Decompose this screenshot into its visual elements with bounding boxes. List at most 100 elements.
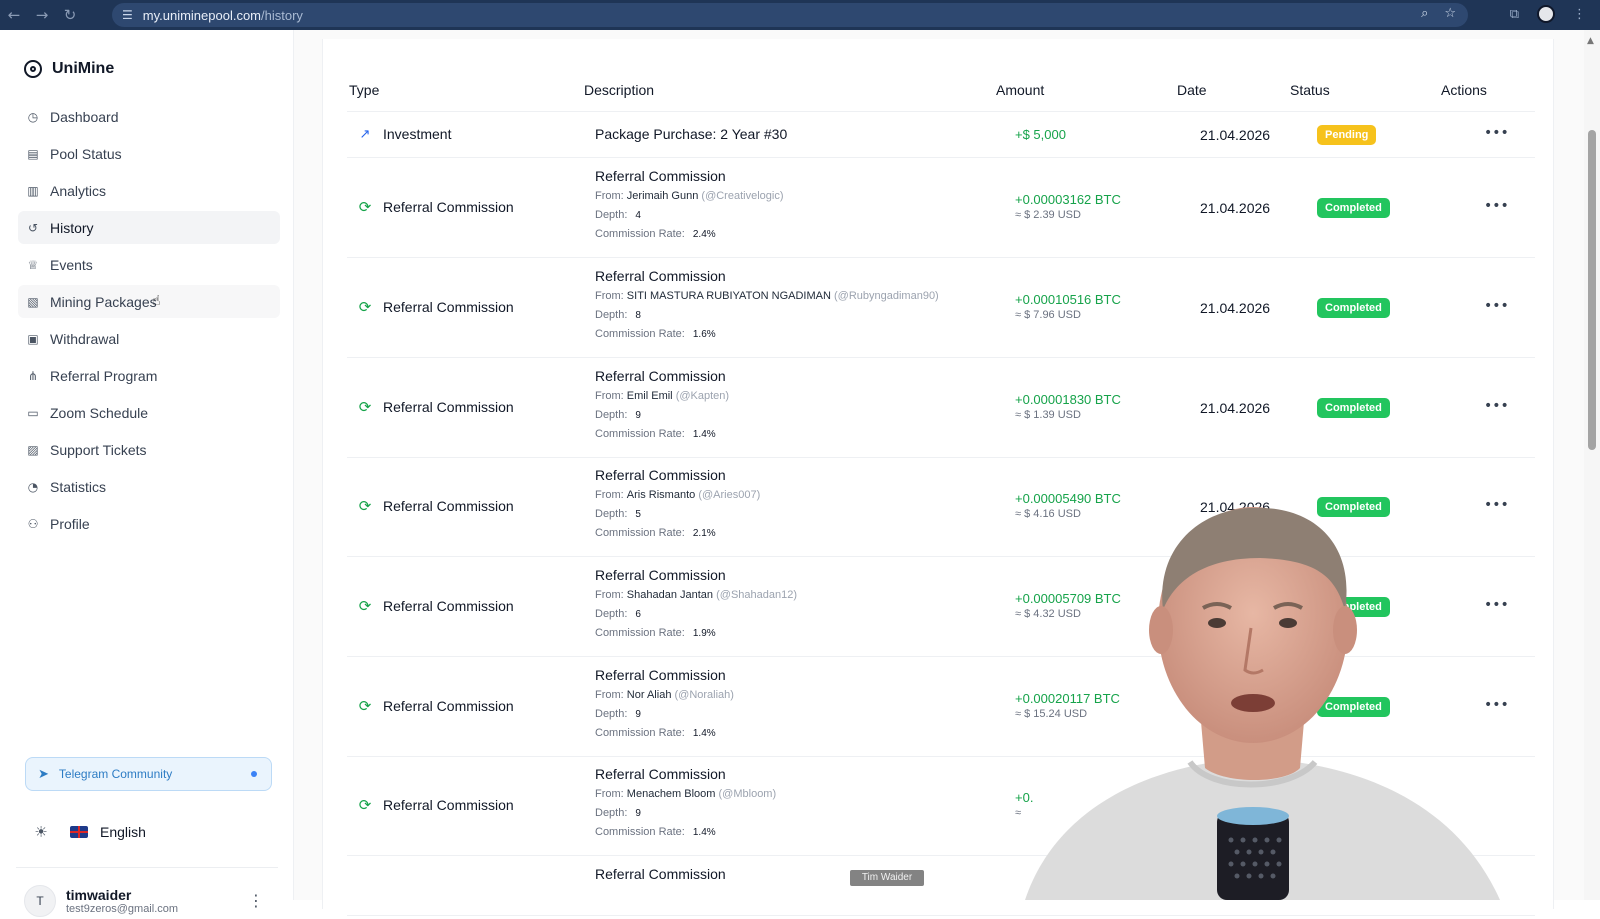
from-line: From: SITI MASTURA RUBIYATON NGADIMAN (@… — [595, 290, 939, 302]
referrer-handle: (@Aries007) — [698, 489, 761, 501]
mouse-cursor-icon: ☝ — [152, 293, 161, 309]
referrer-name: Aris Rismanto — [626, 489, 696, 501]
table-row[interactable]: ⟳ Referral Commission Referral Commission F… — [347, 358, 1535, 458]
sidebar-item-analytics[interactable]: ▥ Analytics — [18, 174, 280, 207]
sidebar-item-label: Withdrawal — [50, 330, 120, 347]
more-horizontal-icon[interactable]: ••• — [1484, 398, 1509, 414]
more-horizontal-icon[interactable]: ••• — [1484, 298, 1509, 314]
description-title: Referral Commission — [595, 368, 726, 384]
from-line: From: Shahadan Jantan (@Shahadan12) — [595, 589, 797, 601]
description-cell: Referral Commission From: SITI MASTURA RU… — [595, 268, 939, 340]
sidebar-item-referral-program[interactable]: ⋔ Referral Program — [18, 359, 280, 392]
description-cell: Package Purchase: 2 Year #30 — [595, 126, 787, 142]
status-badge: Completed — [1317, 298, 1390, 318]
type-cell: ⟳ Referral Commission — [357, 298, 514, 316]
wallet-icon: ▣ — [27, 331, 39, 346]
pie-chart-icon: ◔ — [27, 479, 39, 494]
zoom-icon[interactable]: ⌕ — [1421, 6, 1428, 21]
rate-value: 1.6% — [692, 329, 716, 340]
more-horizontal-icon[interactable]: ••• — [1484, 125, 1509, 141]
rate-line: Commission Rate: 2.4% — [595, 228, 783, 240]
sidebar-item-label: History — [50, 219, 94, 236]
bookmark-star-icon[interactable]: ☆ — [1444, 6, 1456, 21]
table-row[interactable]: ↗ Investment Package Purchase: 2 Year #30 +… — [347, 112, 1535, 158]
sidebar-item-label: Referral Program — [50, 367, 158, 384]
referrer-handle: (@Shahadan12) — [716, 589, 797, 601]
depth-label: Depth: — [595, 508, 628, 520]
sidebar-item-pool-status[interactable]: ▤ Pool Status — [18, 137, 280, 170]
forward-icon[interactable]: → — [28, 0, 56, 30]
table-row[interactable]: ⟳ Referral Commission Referral Commission F… — [347, 158, 1535, 258]
from-label: From: — [595, 589, 624, 601]
depth-label: Depth: — [595, 309, 628, 321]
more-horizontal-icon[interactable]: ••• — [1484, 198, 1509, 214]
sidebar-item-history[interactable]: ↺ History — [18, 211, 280, 244]
sidebar-item-label: Pool Status — [50, 145, 122, 162]
more-vertical-icon[interactable]: ⋮ — [248, 891, 264, 910]
sidebar-item-mining-packages[interactable]: ▧ Mining Packages — [18, 285, 280, 318]
reload-icon[interactable]: ↻ — [56, 0, 84, 30]
site-settings-icon[interactable]: ☰ — [122, 8, 133, 22]
sidebar-item-zoom-schedule[interactable]: ▭ Zoom Schedule — [18, 396, 280, 429]
page-scrollbar[interactable]: ▲ — [1584, 30, 1600, 900]
refresh-icon: ⟳ — [358, 398, 372, 416]
amount-cell: +0.00001830 BTC ≈ $ 1.39 USD — [1015, 392, 1121, 421]
amount-cell: +0.00003162 BTC ≈ $ 2.39 USD — [1015, 192, 1121, 221]
type-cell: ⟳ Referral Commission — [357, 597, 514, 615]
send-icon: ➤ — [38, 766, 49, 782]
sidebar-item-withdrawal[interactable]: ▣ Withdrawal — [18, 322, 280, 355]
type-label: Referral Commission — [383, 199, 514, 215]
depth-label: Depth: — [595, 209, 628, 221]
telegram-label: Telegram Community — [58, 767, 173, 781]
table-row[interactable]: ⟳ Referral Commission Referral Commission F… — [347, 258, 1535, 358]
rate-label: Commission Rate: — [595, 527, 685, 539]
sidebar-item-statistics[interactable]: ◔ Statistics — [18, 470, 280, 503]
amount-cell: +0.00010516 BTC ≈ $ 7.96 USD — [1015, 292, 1121, 321]
sidebar-nav: ◷ Dashboard ▤ Pool Status ▥ Analytics ↺ History… — [18, 100, 280, 544]
sidebar: UniMine ◷ Dashboard ▤ Pool Status ▥ Analytics… — [0, 30, 294, 917]
description-cell: Referral Commission From: Nor Aliah (@Nor… — [595, 667, 734, 739]
brand[interactable]: UniMine — [24, 60, 114, 78]
scroll-thumb[interactable] — [1588, 130, 1596, 450]
theme-toggle-sun-icon[interactable]: ☀ — [24, 815, 58, 849]
scroll-up-icon[interactable]: ▲ — [1587, 36, 1594, 46]
bar-chart-icon: ▥ — [27, 183, 39, 198]
browser-profile-avatar[interactable] — [1537, 5, 1555, 23]
depth-value: 6 — [635, 609, 641, 620]
user-profile[interactable]: T timwaider test9zeros@gmail.com ⋮ — [24, 883, 274, 919]
sidebar-item-label: Dashboard — [50, 108, 119, 125]
from-line: From: Menachem Bloom (@Mbloom) — [595, 788, 776, 800]
user-email: test9zeros@gmail.com — [66, 903, 179, 915]
address-bar[interactable]: ☰ my.uniminepool.com/history ⌕ ☆ — [112, 3, 1468, 27]
rate-value: 1.4% — [692, 728, 716, 739]
th-status: Status — [1290, 82, 1330, 98]
users-icon: ⚇ — [27, 516, 39, 531]
referrer-name: Emil Emil — [626, 390, 673, 402]
trophy-icon: ♕ — [27, 257, 39, 272]
telegram-community-button[interactable]: ➤ Telegram Community — [25, 757, 272, 791]
sidebar-item-support-tickets[interactable]: ▨ Support Tickets — [18, 433, 280, 466]
sidebar-item-events[interactable]: ♕ Events — [18, 248, 280, 281]
status-badge: Pending — [1317, 125, 1377, 145]
dashboard-icon: ◷ — [27, 109, 39, 124]
extensions-icon[interactable]: ⧉ — [1510, 7, 1519, 22]
browser-menu-icon[interactable]: ⋮ — [1573, 7, 1586, 22]
depth-value: 8 — [635, 310, 641, 321]
back-icon[interactable]: ← — [0, 0, 28, 30]
rate-value: 2.1% — [692, 528, 716, 539]
language-selector[interactable]: English — [100, 824, 146, 840]
referrer-name: Nor Aliah — [626, 689, 672, 701]
from-label: From: — [595, 290, 624, 302]
from-line: From: Aris Rismanto (@Aries007) — [595, 489, 760, 501]
sidebar-item-profile[interactable]: ⚇ Profile — [18, 507, 280, 540]
depth-line: Depth: 9 — [595, 807, 776, 819]
depth-line: Depth: 9 — [595, 409, 729, 421]
depth-line: Depth: 6 — [595, 608, 797, 620]
type-cell: ⟳ Referral Commission — [357, 697, 514, 715]
description-title: Package Purchase: 2 Year #30 — [595, 126, 788, 142]
type-label: Referral Commission — [383, 299, 514, 315]
referrer-name: SITI MASTURA RUBIYATON NGADIMAN — [626, 290, 831, 302]
ticket-icon: ▨ — [27, 442, 39, 457]
type-cell: ⟳ Referral Commission — [357, 497, 514, 515]
sidebar-item-dashboard[interactable]: ◷ Dashboard — [18, 100, 280, 133]
